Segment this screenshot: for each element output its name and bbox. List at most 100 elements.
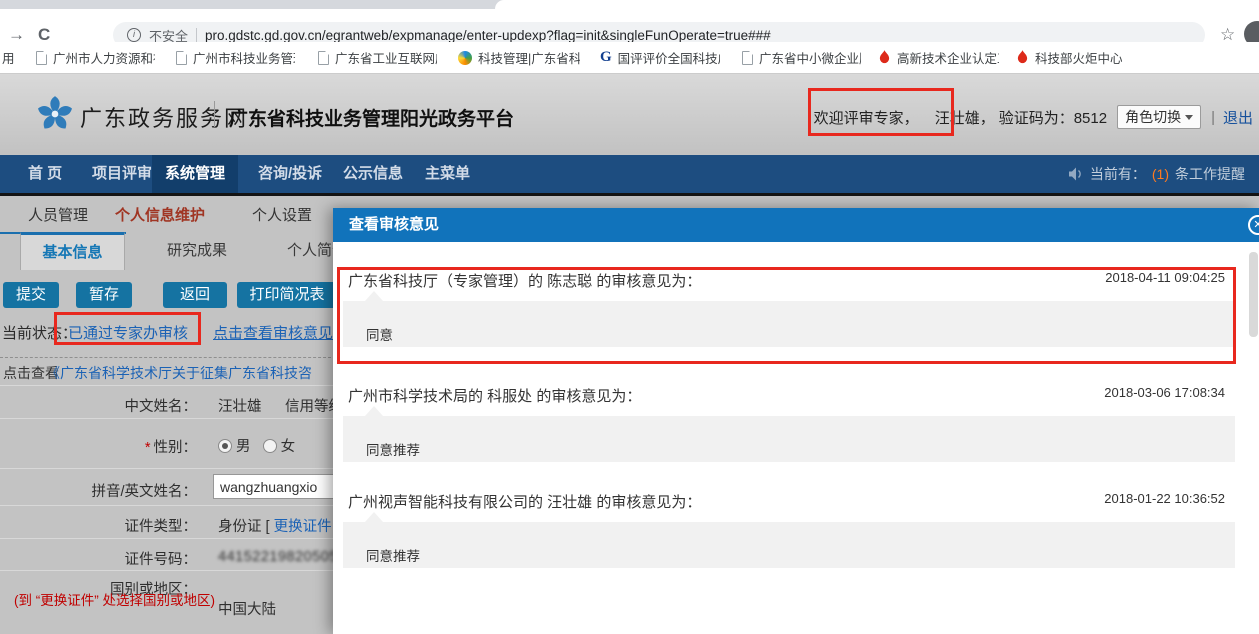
bookmark-label: 国评评价全国科技成 [618, 48, 720, 67]
change-cert-link[interactable]: 更换证件 [274, 519, 332, 535]
bookmark-item[interactable]: 科技管理|广东省科技 [458, 42, 580, 73]
role-switch-select[interactable]: 角色切换 [1117, 105, 1201, 129]
nav-item-consult[interactable]: 咨询/投诉 [258, 155, 322, 193]
header-divider [214, 101, 215, 127]
opinion-content: 同意推荐 [343, 416, 1235, 462]
gender-label: *性别： [0, 436, 197, 457]
site-header: 广东政务服务网 广东省科技业务管理阳光政务平台 欢迎评审专家， 汪壮雄， 验证码… [0, 74, 1259, 154]
opinion-content: 同意推荐 [343, 522, 1235, 568]
reminder-count: (1) [1152, 166, 1169, 182]
doc-icon [318, 51, 329, 65]
subnav-personal-settings[interactable]: 个人设置 [252, 204, 312, 225]
info-icon[interactable]: i [127, 28, 141, 42]
nav-item-project-review[interactable]: 项目评审 [92, 155, 152, 193]
bookmark-item[interactable]: 广东省中小微企业服 [742, 42, 861, 73]
tab-basic-info[interactable]: 基本信息 [20, 232, 125, 270]
gender-options: 男 女 [218, 435, 295, 456]
pinyin-input[interactable] [213, 474, 343, 499]
print-profile-button[interactable]: 打印简况表 [237, 282, 337, 308]
site-name: 广东政务服务网 [80, 101, 248, 133]
chevron-down-icon [1185, 115, 1193, 120]
cert-type-label: 证件类型： [0, 515, 197, 536]
url-text[interactable]: pro.gdstc.gd.gov.cn/egrantweb/expmanage/… [205, 28, 771, 43]
opinion-timestamp: 2018-04-11 09:04:25 [1105, 270, 1225, 285]
subnav-personnel[interactable]: 人员管理 [28, 204, 88, 225]
form-row-cert-no: 证件号码： 441522198205050 [0, 538, 333, 570]
audit-opinions-modal: 查看审核意见 ✕ 广东省科技厅（专家管理）的 陈志聪 的审核意见为： 2018-… [333, 208, 1259, 634]
tab-research-results[interactable]: 研究成果 [152, 232, 242, 270]
bookmark-label: 科技管理|广东省科技 [478, 48, 580, 67]
subnav-personal-info[interactable]: 个人信息维护 [115, 204, 205, 225]
header-user-area: 欢迎评审专家， 汪壮雄， 验证码为：8512 角色切换 | 退出 [814, 105, 1253, 129]
view-opinions-link[interactable]: 点击查看审核意见 [213, 322, 333, 343]
notice-link[interactable]: 《广东省科学技术厅关于征集广东省科技咨 [46, 363, 312, 383]
nav-item-label: 系统管理 [152, 155, 238, 193]
nav-item-main-menu[interactable]: 主菜单 [425, 155, 470, 193]
name-value: 汪壮雄 [218, 395, 262, 416]
browser-active-tab[interactable] [495, 0, 1259, 9]
captcha-text: 验证码为：8512 [999, 107, 1107, 128]
welcome-text: 欢迎评审专家， [814, 107, 919, 128]
logout-link[interactable]: 退出 [1223, 107, 1253, 128]
return-button[interactable]: 返回 [163, 282, 227, 308]
close-icon[interactable]: ✕ [1248, 215, 1259, 235]
work-reminder[interactable]: 当前有：(1)条工作提醒 [1068, 155, 1245, 193]
main-nav: 首 页 项目评审 系统管理 咨询/投诉 公示信息 主菜单 当前有：(1)条工作提… [0, 155, 1259, 193]
bookmark-item[interactable]: 高新技术企业认定工 [878, 42, 999, 73]
bookmark-label: 广东省中小微企业服 [759, 48, 861, 67]
gender-label-text: 性别： [154, 440, 198, 456]
opinion-org-text: 广州市科学技术局的 科服处 的审核意见为： [348, 385, 641, 406]
scrollbar-thumb[interactable] [1249, 252, 1258, 337]
bookmark-item[interactable]: 广州市科技业务管理 [176, 42, 295, 73]
required-mark: * [145, 440, 151, 456]
opinion-org-text: 广州视声智能科技有限公司的 汪壮雄 的审核意见为： [348, 491, 701, 512]
torch-icon [878, 50, 891, 65]
role-switch-label: 角色切换 [1125, 107, 1181, 127]
form-row-region: 国别或地区： (到 “更换证件” 处选择国别或地区) 中国大陆 [0, 570, 333, 634]
opinion-item: 广东省科技厅（专家管理）的 陈志聪 的审核意见为： 2018-04-11 09:… [343, 270, 1235, 347]
user-name: 汪壮雄， [935, 107, 995, 128]
form-row-name: 中文姓名： 汪壮雄 信用等级 [0, 385, 333, 418]
cert-no-value: 441522198205050 [218, 549, 346, 565]
bookmark-label: 科技部火炬中心 [1035, 48, 1123, 67]
region-note: (到 “更换证件” 处选择国别或地区) [0, 593, 215, 608]
cert-type-text: 身份证 [ [218, 519, 270, 535]
opinion-item: 广州视声智能科技有限公司的 汪壮雄 的审核意见为： 2018-01-22 10:… [343, 491, 1235, 568]
tab-row: 基本信息 研究成果 个人简介 [0, 232, 333, 270]
nav-item-public-info[interactable]: 公示信息 [343, 155, 403, 193]
opinion-timestamp: 2018-01-22 10:36:52 [1104, 491, 1225, 506]
doc-icon [36, 51, 47, 65]
male-label: 男 [236, 439, 251, 455]
save-draft-button[interactable]: 暂存 [76, 282, 132, 308]
pinyin-label: 拼音/英文姓名： [0, 480, 197, 501]
bookmark-label: 广东省工业互联网应 [335, 48, 437, 67]
modal-titlebar: 查看审核意见 ✕ [333, 208, 1259, 242]
opinion-content: 同意 [343, 301, 1235, 347]
radio-male[interactable] [218, 439, 232, 453]
basic-info-form: 中文姓名： 汪壮雄 信用等级 *性别： 男 女 拼音/英文姓名： 证件类型： 身… [0, 385, 333, 634]
gov-logo-icon [34, 93, 76, 140]
bookmark-item[interactable]: 广州市人力资源和社 [36, 42, 155, 73]
bookmark-item[interactable]: 用 [2, 42, 15, 73]
opinion-header: 广州视声智能科技有限公司的 汪壮雄 的审核意见为： 2018-01-22 10:… [343, 491, 1235, 512]
modal-title: 查看审核意见 [349, 208, 439, 242]
bookmark-label: 广州市人力资源和社 [53, 48, 155, 67]
opinion-header: 广州市科学技术局的 科服处 的审核意见为： 2018-03-06 17:08:3… [343, 385, 1235, 406]
radio-female[interactable] [263, 439, 277, 453]
bookmark-item[interactable]: G 国评评价全国科技成 [600, 42, 720, 73]
bookmark-item[interactable]: 科技部火炬中心 [1016, 42, 1123, 73]
address-divider [196, 28, 197, 43]
submit-button[interactable]: 提交 [3, 282, 59, 308]
screen: → C i 不安全 pro.gdstc.gd.gov.cn/egrantweb/… [0, 0, 1259, 634]
status-label: 当前状态： [2, 322, 77, 343]
cert-no-label: 证件号码： [0, 548, 197, 569]
dashed-divider [0, 357, 331, 358]
form-row-gender: *性别： 男 女 [0, 418, 333, 468]
nav-item-home[interactable]: 首 页 [28, 155, 62, 193]
female-label: 女 [281, 439, 296, 455]
g-icon: G [600, 49, 612, 66]
region-value: 中国大陆 [218, 598, 276, 619]
bookmark-item[interactable]: 广东省工业互联网应 [318, 42, 437, 73]
nav-item-system-mgmt[interactable]: 系统管理 [152, 155, 238, 193]
swirl-icon [458, 51, 472, 65]
